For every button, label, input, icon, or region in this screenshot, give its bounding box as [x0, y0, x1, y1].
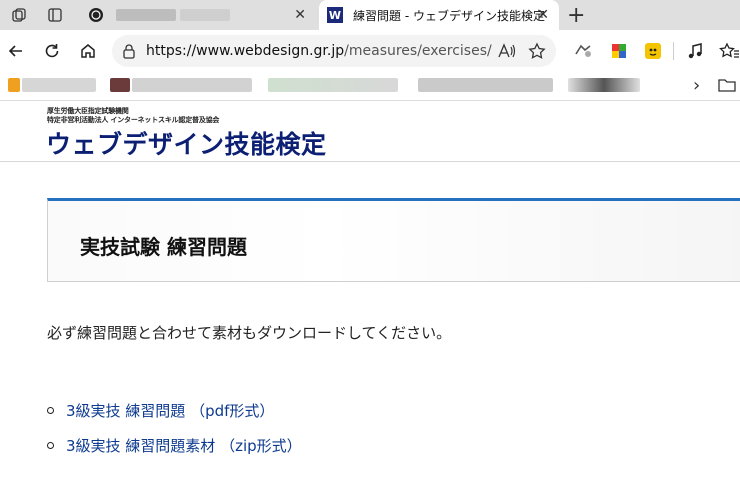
tab-active[interactable]: W 練習問題 - ウェブデザイン技能検定 ✕	[319, 0, 559, 30]
navigation-bar: https://www.webdesign.gr.jp/measures/exe…	[0, 30, 740, 72]
read-aloud-icon[interactable]	[498, 43, 516, 63]
favorite-star-icon[interactable]	[528, 42, 546, 64]
other-favorites-folder-icon[interactable]	[718, 77, 736, 97]
list-item: 3級実技 練習問題素材 （zip形式）	[47, 428, 302, 463]
bookmarks-bar: ›	[0, 72, 740, 101]
site-logo[interactable]: ウェブデザイン技能検定	[46, 125, 327, 161]
url-prefix: https://www.	[146, 43, 234, 59]
url-host: webdesign.gr.jp	[233, 43, 345, 59]
url-path: /measures/exercises/	[344, 43, 492, 59]
refresh-icon[interactable]	[41, 40, 63, 62]
download-list: 3級実技 練習問題 （pdf形式） 3級実技 練習問題素材 （zip形式）	[47, 393, 302, 463]
lock-icon[interactable]	[122, 43, 136, 63]
extension-colorful-icon[interactable]	[608, 40, 630, 62]
bookmark-blurred[interactable]	[268, 78, 398, 92]
pdf-download-link[interactable]: 3級実技 練習問題 （pdf形式）	[66, 400, 274, 421]
list-item: 3級実技 練習問題 （pdf形式）	[47, 393, 302, 428]
home-icon[interactable]	[77, 40, 99, 62]
tab-inactive[interactable]: ✕	[80, 0, 316, 30]
music-icon[interactable]	[684, 40, 706, 62]
bookmark-blurred[interactable]	[418, 78, 553, 92]
extension-character-icon[interactable]	[642, 40, 664, 62]
close-tab-icon[interactable]: ✕	[537, 7, 549, 23]
intro-text: 必ず練習問題と合わせて素材もダウンロードしてください。	[47, 324, 452, 342]
tab-bar: ✕ W 練習問題 - ウェブデザイン技能検定 ✕ +	[0, 0, 740, 30]
url-text[interactable]: https://www.webdesign.gr.jp/measures/exe…	[146, 43, 492, 59]
blurred-tab-title	[180, 9, 230, 21]
bookmark-icon[interactable]	[8, 78, 20, 92]
chatgpt-icon	[88, 7, 104, 23]
tab-actions-icon[interactable]	[45, 5, 65, 25]
back-icon[interactable]	[5, 40, 27, 62]
bookmark-icon[interactable]	[110, 78, 130, 92]
page-heading-panel: 実技試験 練習問題	[47, 198, 740, 282]
tab-title: 練習問題 - ウェブデザイン技能検定	[353, 8, 545, 23]
favorites-icon[interactable]	[718, 40, 740, 62]
site-header: 厚生労働大臣指定試験機関 特定非営利活動法人 インターネットスキル認定普及協会 …	[0, 101, 740, 162]
address-bar[interactable]: https://www.webdesign.gr.jp/measures/exe…	[112, 35, 556, 67]
close-tab-icon[interactable]: ✕	[294, 7, 306, 23]
bullet-icon	[47, 442, 54, 449]
workspaces-icon[interactable]	[9, 5, 29, 25]
bullet-icon	[47, 407, 54, 414]
page-title: 実技試験 練習問題	[80, 235, 247, 259]
blurred-tab-title	[116, 9, 176, 21]
bookmarks-overflow-chevron-icon[interactable]: ›	[693, 75, 700, 96]
bookmark-blurred[interactable]	[568, 78, 640, 92]
bookmark-blurred[interactable]	[132, 78, 252, 92]
extension-translate-icon[interactable]	[572, 40, 594, 62]
new-tab-button[interactable]: +	[567, 3, 585, 28]
organization-name: 特定非営利活動法人 インターネットスキル認定普及協会	[47, 116, 220, 124]
toolbar-divider	[673, 42, 674, 60]
bookmark-blurred[interactable]	[22, 78, 96, 92]
zip-download-link[interactable]: 3級実技 練習問題素材 （zip形式）	[66, 435, 302, 456]
webdesign-favicon-icon: W	[327, 7, 343, 23]
